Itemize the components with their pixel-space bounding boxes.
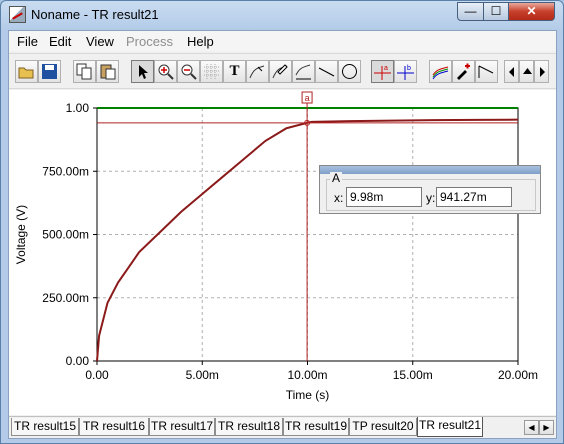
- tab-tr-result15[interactable]: TR result15: [11, 418, 79, 436]
- tab-tr-result19[interactable]: TR result19: [283, 418, 349, 436]
- x-axis-label: Time (s): [286, 388, 330, 402]
- svg-text:a: a: [384, 65, 388, 72]
- scroll-right-icon[interactable]: [534, 60, 549, 83]
- y-axis-label: Voltage (V): [14, 205, 28, 264]
- title-bar[interactable]: Noname - TR result21 — ☐ ✕: [1, 1, 563, 29]
- y-tick-label: 250.00m: [42, 291, 89, 305]
- plot-area[interactable]: 0.00 5.00m 10.00m 15.00m 20.00m 0.00 250.00m 50…: [9, 90, 556, 415]
- cursor-a-marker-label: a: [305, 93, 310, 103]
- line-tool-icon[interactable]: [315, 60, 338, 83]
- svg-text:b: b: [407, 65, 411, 72]
- cursor-x-label: x:: [334, 191, 344, 205]
- cursor-readout-panel[interactable]: A x: y:: [319, 165, 541, 214]
- y-tick-label: 750.00m: [42, 164, 89, 178]
- open-folder-icon[interactable]: [15, 60, 38, 83]
- zoom-in-icon[interactable]: [154, 60, 177, 83]
- x-tick-label: 10.00m: [287, 368, 327, 382]
- step-icon[interactable]: [475, 60, 498, 83]
- menu-help[interactable]: Help: [187, 34, 214, 49]
- color-picker-icon[interactable]: [452, 60, 475, 83]
- text-tool-icon[interactable]: T: [223, 60, 246, 83]
- tab-tp-result20[interactable]: TP result20: [349, 418, 417, 436]
- tab-tr-result17[interactable]: TR result17: [149, 418, 215, 436]
- app-window: Noname - TR result21 — ☐ ✕ File Edit Vie…: [0, 0, 564, 444]
- pointer-icon[interactable]: [131, 60, 154, 83]
- curve-label-icon[interactable]: [246, 60, 269, 83]
- x-tick-label: 20.00m: [498, 368, 538, 382]
- axis-label-icon[interactable]: [292, 60, 315, 83]
- tab-tr-result18[interactable]: TR result18: [215, 418, 283, 436]
- toolbar: T a b: [9, 53, 556, 89]
- chart-svg[interactable]: 0.00 5.00m 10.00m 15.00m 20.00m 0.00 250.00m 50…: [9, 90, 556, 415]
- minimize-button[interactable]: —: [457, 2, 484, 21]
- x-tick-label: 0.00: [85, 368, 109, 382]
- menu-view[interactable]: View: [86, 34, 114, 49]
- maximize-button[interactable]: ☐: [483, 2, 509, 21]
- menu-file[interactable]: File: [17, 34, 38, 49]
- cursor-x-field[interactable]: [346, 187, 422, 207]
- client-area: File Edit View Process Help T a b 0.00 5…: [8, 30, 557, 439]
- scroll-left-icon[interactable]: [504, 60, 519, 83]
- app-icon: [9, 6, 26, 23]
- window-title: Noname - TR result21: [31, 7, 159, 22]
- cursor-panel-titlebar[interactable]: [320, 166, 540, 174]
- save-icon[interactable]: [38, 60, 61, 83]
- scroll-up-icon[interactable]: [519, 60, 534, 83]
- menu-process[interactable]: Process: [126, 34, 173, 49]
- tab-tr-result16[interactable]: TR result16: [79, 418, 149, 436]
- paste-icon[interactable]: [96, 60, 119, 83]
- multi-curve-icon[interactable]: [429, 60, 452, 83]
- y-tick-label: 1.00: [66, 101, 90, 115]
- cursor-b-icon[interactable]: b: [394, 60, 417, 83]
- ellipse-tool-icon[interactable]: [338, 60, 361, 83]
- y-tick-label: 500.00m: [42, 228, 89, 242]
- tab-scroll-left-button[interactable]: ◀: [524, 420, 539, 435]
- menu-bar: File Edit View Process Help: [9, 31, 556, 51]
- result-tab-strip: TR result21 TP result20 TR result19 TR resu…: [9, 416, 556, 438]
- tab-tr-result21[interactable]: TR result21: [417, 417, 483, 437]
- menu-edit[interactable]: Edit: [49, 34, 71, 49]
- y-tick-label: 0.00: [66, 354, 90, 368]
- cursor-y-label: y:: [426, 191, 436, 205]
- cursor-y-field[interactable]: [436, 187, 512, 207]
- tab-scroll-right-button[interactable]: ▶: [539, 420, 554, 435]
- x-tick-label: 5.00m: [186, 368, 219, 382]
- grid-icon[interactable]: [200, 60, 223, 83]
- close-button[interactable]: ✕: [508, 2, 555, 21]
- x-tick-label: 15.00m: [393, 368, 433, 382]
- pen-label-icon[interactable]: [269, 60, 292, 83]
- zoom-out-icon[interactable]: [177, 60, 200, 83]
- cursor-group-title: A: [330, 171, 343, 185]
- copy-icon[interactable]: [73, 60, 96, 83]
- cursor-a-icon[interactable]: a: [371, 60, 394, 83]
